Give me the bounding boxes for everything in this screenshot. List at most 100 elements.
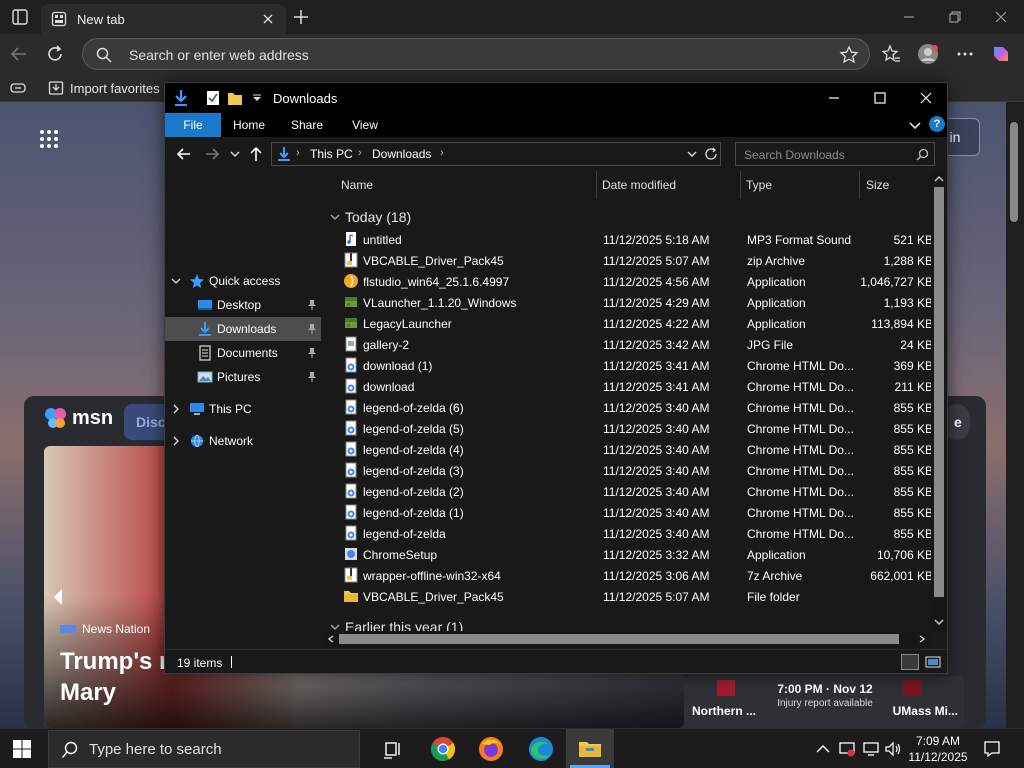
nav-item-pictures[interactable]: Pictures	[165, 365, 321, 389]
system-clock[interactable]: 7:09 AM 11/12/2025	[906, 733, 970, 765]
maximize-icon[interactable]	[871, 89, 889, 107]
scroll-down-icon[interactable]	[933, 617, 945, 627]
column-header-type[interactable]: Type	[746, 178, 772, 192]
nav-item-network[interactable]: Network	[165, 429, 321, 453]
quick-access-dropdown-icon[interactable]	[249, 89, 265, 107]
breadcrumb-separator[interactable]: ›	[358, 147, 362, 159]
news-headline[interactable]: Trump's n Mary	[60, 646, 180, 708]
refresh-icon[interactable]	[44, 43, 66, 65]
scroll-up-icon[interactable]	[933, 174, 945, 184]
file-row[interactable]: wrapper-offline-win32-x64 11/12/2025 3:06…	[323, 565, 931, 586]
address-history-dropdown-icon[interactable]	[686, 148, 698, 160]
breadcrumb-this-pc[interactable]: This PC	[310, 147, 353, 161]
chrome-icon[interactable]	[430, 736, 456, 762]
address-breadcrumb-bar[interactable]: › This PC › Downloads ›	[271, 142, 721, 166]
nav-item-downloads[interactable]: Downloads	[165, 317, 321, 341]
windows-start-icon[interactable]	[12, 739, 32, 759]
file-row[interactable]: gallery-2 11/12/2025 3:42 AM JPG File 24 KB	[323, 334, 931, 355]
profile-avatar-icon[interactable]	[917, 43, 939, 65]
carousel-prev-icon[interactable]	[50, 586, 66, 608]
file-row[interactable]: legend-of-zelda (5) 11/12/2025 3:40 AM Chr…	[323, 418, 931, 439]
breadcrumb-separator[interactable]: ›	[296, 147, 300, 159]
group-collapse-icon[interactable]	[329, 211, 341, 223]
expand-chevron-icon[interactable]	[171, 404, 181, 414]
file-row[interactable]: legend-of-zelda (1) 11/12/2025 3:40 AM Chr…	[323, 502, 931, 523]
group-collapse-icon[interactable]	[329, 621, 341, 631]
column-header-date-modified[interactable]: Date modified	[602, 178, 676, 192]
file-row[interactable]: untitled 11/12/2025 5:18 AM MP3 Format Sou…	[323, 229, 931, 250]
file-row[interactable]: legend-of-zelda (6) 11/12/2025 3:40 AM Chr…	[323, 397, 931, 418]
file-row[interactable]: legend-of-zelda 11/12/2025 3:40 AM Chrome …	[323, 523, 931, 544]
reading-view-icon[interactable]	[10, 80, 26, 96]
ribbon-tab-share[interactable]: Share	[285, 113, 329, 137]
sports-card[interactable]: Northern ... 7:00 PM · Nov 12 Injury rep…	[684, 676, 964, 728]
tab-actions-icon[interactable]	[11, 8, 29, 26]
favorites-icon[interactable]	[880, 43, 902, 65]
network-status-icon[interactable]	[862, 740, 880, 758]
column-header-size[interactable]: Size	[866, 178, 889, 192]
minimize-icon[interactable]	[825, 89, 843, 107]
nav-item-documents[interactable]: Documents	[165, 341, 321, 365]
tab-new-tab[interactable]: New tab	[41, 4, 286, 34]
column-divider[interactable]	[596, 171, 597, 199]
show-hidden-icons-icon[interactable]	[814, 740, 832, 758]
new-tab-button[interactable]	[290, 6, 312, 28]
nav-item-this-pc[interactable]: This PC	[165, 397, 321, 421]
file-list-vertical-scrollbar[interactable]	[931, 171, 947, 631]
apps-launcher-icon[interactable]	[38, 128, 60, 150]
file-explorer-taskbar-button[interactable]	[566, 729, 614, 768]
expand-ribbon-icon[interactable]	[907, 117, 923, 133]
properties-icon[interactable]	[205, 89, 221, 107]
page-scrollbar[interactable]	[1006, 102, 1024, 728]
scroll-right-icon[interactable]	[917, 634, 927, 644]
file-row[interactable]: legend-of-zelda (3) 11/12/2025 3:40 AM Chr…	[323, 460, 931, 481]
new-folder-icon[interactable]	[227, 89, 243, 107]
file-row[interactable]: VBCABLE_Driver_Pack45 11/12/2025 5:07 AM F…	[323, 586, 931, 607]
scrollbar-thumb[interactable]	[934, 187, 944, 597]
up-icon[interactable]	[247, 145, 265, 163]
favorite-star-icon[interactable]	[839, 45, 859, 65]
copilot-icon[interactable]	[990, 43, 1012, 65]
recent-locations-icon[interactable]	[229, 145, 241, 163]
import-favorites-button[interactable]: Import favorites	[48, 78, 160, 98]
notification-center-icon[interactable]	[982, 739, 1002, 759]
scrollbar-thumb[interactable]	[339, 634, 899, 644]
refresh-icon[interactable]	[704, 147, 718, 161]
address-bar[interactable]: Search or enter web address	[82, 38, 870, 70]
nav-item-desktop[interactable]: Desktop	[165, 293, 321, 317]
breadcrumb-downloads[interactable]: Downloads	[372, 147, 431, 161]
file-row[interactable]: legend-of-zelda (2) 11/12/2025 3:40 AM Chr…	[323, 481, 931, 502]
nav-item-quick-access[interactable]: Quick access	[165, 269, 321, 293]
help-icon[interactable]: ?	[929, 116, 945, 132]
column-divider[interactable]	[859, 171, 860, 199]
task-view-icon[interactable]	[380, 736, 406, 762]
edge-icon[interactable]	[528, 736, 554, 762]
back-icon[interactable]	[175, 145, 193, 163]
search-downloads-input[interactable]: Search Downloads	[735, 142, 935, 166]
minimize-icon[interactable]	[900, 8, 918, 26]
more-options-icon[interactable]	[954, 43, 976, 65]
collapse-chevron-icon[interactable]	[171, 276, 181, 286]
column-header-name[interactable]: Name	[341, 178, 373, 192]
close-window-icon[interactable]	[992, 8, 1010, 26]
large-icons-view-icon[interactable]	[925, 654, 941, 670]
group-header-earlier-this-year[interactable]: Earlier this year (1)	[329, 617, 463, 631]
scroll-left-icon[interactable]	[326, 634, 336, 644]
file-row[interactable]: ChromeSetup 11/12/2025 3:32 AM Application…	[323, 544, 931, 565]
firefox-icon[interactable]	[478, 736, 504, 762]
file-row[interactable]: VBCABLE_Driver_Pack45 11/12/2025 5:07 AM z…	[323, 250, 931, 271]
security-alert-icon[interactable]	[838, 740, 856, 758]
file-row[interactable]: download 11/12/2025 3:41 AM Chrome HTML Do…	[323, 376, 931, 397]
volume-icon[interactable]	[884, 740, 902, 758]
file-row[interactable]: VLauncher_1.1.20_Windows 11/12/2025 4:29 …	[323, 292, 931, 313]
msn-logo[interactable]: msn	[44, 406, 113, 430]
file-row[interactable]: flstudio_win64_25.1.6.4997 11/12/2025 4:5…	[323, 271, 931, 292]
expand-chevron-icon[interactable]	[171, 436, 181, 446]
details-view-button[interactable]	[901, 654, 919, 670]
file-row[interactable]: legend-of-zelda (4) 11/12/2025 3:40 AM Chr…	[323, 439, 931, 460]
ribbon-tab-home[interactable]: Home	[227, 113, 271, 137]
back-icon[interactable]	[8, 43, 30, 65]
ribbon-tab-file[interactable]: File	[165, 113, 221, 137]
page-scrollbar-thumb[interactable]	[1010, 122, 1018, 222]
taskbar-search-box[interactable]: Type here to search	[48, 730, 360, 768]
